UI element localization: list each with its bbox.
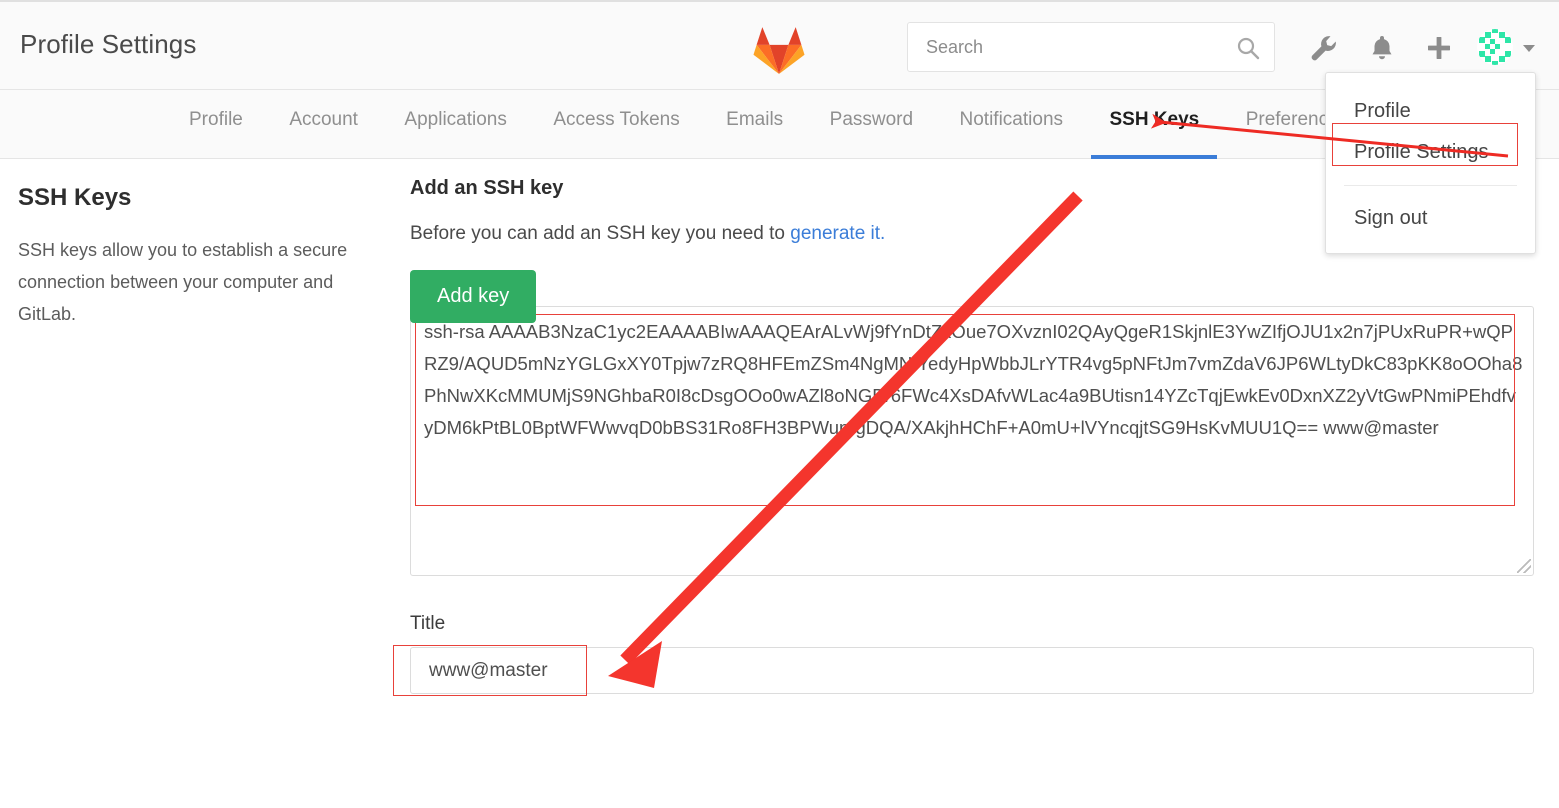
title-input-wrapper bbox=[393, 645, 1534, 696]
tab-profile[interactable]: Profile bbox=[168, 90, 264, 159]
gitlab-logo-icon[interactable] bbox=[752, 24, 806, 74]
page-title: Profile Settings bbox=[20, 29, 197, 59]
tab-notifications[interactable]: Notifications bbox=[939, 90, 1085, 159]
search-icon bbox=[1236, 36, 1260, 60]
title-input[interactable] bbox=[410, 647, 1534, 694]
tab-emails[interactable]: Emails bbox=[705, 90, 804, 159]
search-box[interactable] bbox=[907, 22, 1275, 72]
key-textarea-wrapper: ssh-rsa AAAAB3NzaC1yc2EAAAABIwAAAQEArALv… bbox=[410, 306, 1534, 576]
wrench-icon[interactable] bbox=[1308, 32, 1340, 64]
tab-applications[interactable]: Applications bbox=[383, 90, 527, 159]
user-dropdown-menu: Profile Profile Settings Sign out bbox=[1325, 72, 1536, 254]
avatar[interactable] bbox=[1477, 29, 1513, 65]
textarea-resize-handle[interactable] bbox=[1517, 559, 1531, 573]
generate-it-link[interactable]: generate it. bbox=[790, 223, 885, 244]
tab-account[interactable]: Account bbox=[268, 90, 379, 159]
plus-icon[interactable] bbox=[1423, 32, 1455, 64]
ssh-keys-heading: SSH Keys bbox=[18, 184, 132, 211]
key-textarea-value: ssh-rsa AAAAB3NzaC1yc2EAAAABIwAAAQEArALv… bbox=[424, 321, 1523, 438]
tab-password[interactable]: Password bbox=[809, 90, 934, 159]
menu-item-profile-settings[interactable]: Profile Settings bbox=[1326, 132, 1535, 173]
bell-icon[interactable] bbox=[1366, 32, 1398, 64]
title-field-label: Title bbox=[410, 613, 446, 634]
menu-divider bbox=[1344, 185, 1517, 186]
chevron-down-icon[interactable] bbox=[1523, 45, 1535, 52]
search-input[interactable] bbox=[926, 23, 1226, 71]
form-intro-text: Before you can add an SSH key you need t… bbox=[410, 223, 791, 244]
main-content: SSH Keys SSH keys allow you to establish… bbox=[0, 159, 1559, 808]
settings-tabs: Profile Account Applications Access Toke… bbox=[168, 90, 1449, 159]
key-field-label: Key bbox=[410, 272, 1540, 294]
menu-item-profile[interactable]: Profile bbox=[1326, 91, 1535, 132]
add-ssh-key-form: Add an SSH key Before you can add an SSH… bbox=[393, 177, 1540, 696]
ssh-keys-description-panel: SSH Keys SSH keys allow you to establish… bbox=[18, 184, 363, 330]
menu-item-sign-out[interactable]: Sign out bbox=[1326, 198, 1535, 239]
tab-access-tokens[interactable]: Access Tokens bbox=[532, 90, 700, 159]
add-key-button[interactable]: Add key bbox=[410, 270, 537, 323]
gitlab-profile-settings-page: Profile Settings Search Profile Account … bbox=[0, 0, 1559, 808]
ssh-keys-description: SSH keys allow you to establish a secure… bbox=[18, 240, 348, 324]
tab-ssh-keys[interactable]: SSH Keys bbox=[1088, 90, 1220, 159]
